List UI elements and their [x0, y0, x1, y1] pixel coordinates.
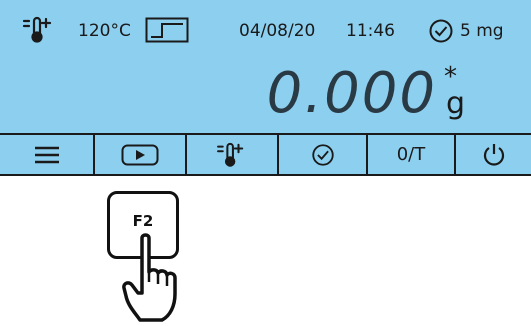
softkey-start[interactable]	[95, 135, 187, 174]
softkey-power[interactable]	[456, 135, 531, 174]
temperature-setpoint: 120°C	[78, 21, 131, 41]
zero-tare-label: 0/T	[396, 144, 426, 165]
f2-label: F2	[132, 212, 154, 230]
date-display: 04/08/20	[239, 21, 316, 41]
heater-icon	[22, 16, 52, 43]
softkey-bar: 0/T	[0, 133, 531, 174]
softkey-heater[interactable]	[187, 135, 279, 174]
power-icon	[483, 143, 504, 166]
step-profile-icon	[145, 17, 189, 43]
balance-display: 120°C 04/08/20 11:46 5 mg 0.000 * g 0/T	[0, 0, 531, 176]
pointing-hand-icon	[122, 233, 177, 322]
play-icon	[121, 144, 159, 165]
softkey-timer[interactable]	[279, 135, 368, 174]
weight-value: 0.000	[266, 61, 437, 126]
time-display: 11:46	[346, 21, 395, 41]
timer-check-icon	[429, 19, 453, 43]
readability-display: 5 mg	[460, 21, 504, 41]
heater-icon	[217, 142, 244, 167]
timer-icon	[311, 143, 334, 166]
status-bar: 120°C 04/08/20 11:46 5 mg	[0, 0, 531, 62]
menu-icon	[34, 146, 59, 163]
softkey-menu[interactable]	[0, 135, 95, 174]
weight-unit: g	[446, 86, 466, 121]
softkey-zero-tare[interactable]: 0/T	[368, 135, 456, 174]
